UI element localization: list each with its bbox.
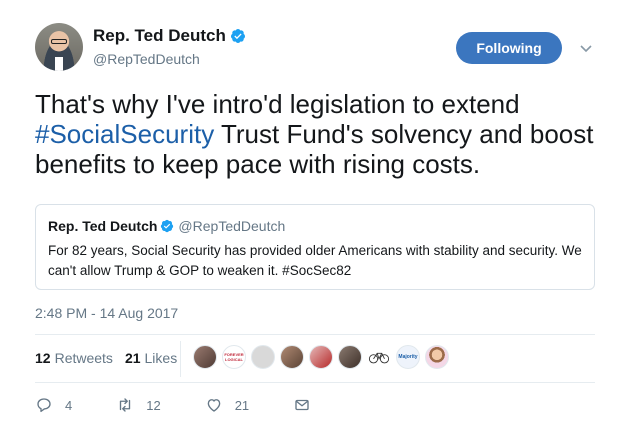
- bicycle-icon: [368, 352, 390, 364]
- author-name-row: Rep. Ted Deutch: [93, 26, 246, 46]
- author-display-name[interactable]: Rep. Ted Deutch: [93, 26, 226, 46]
- verified-badge-icon: [161, 219, 174, 233]
- reply-action[interactable]: 4: [35, 396, 72, 414]
- quoted-author-name: Rep. Ted Deutch: [48, 218, 158, 234]
- quoted-tweet-text: For 82 years, Social Security has provid…: [48, 243, 582, 278]
- retweet-icon: [120, 398, 131, 412]
- retweets-stat[interactable]: 12 Retweets: [35, 350, 113, 366]
- liker-avatars: FOREVER LOGICAL Majority: [193, 345, 454, 369]
- forever-logical-badge-icon: FOREVER LOGICAL: [224, 352, 244, 362]
- tweet-card: Rep. Ted Deutch @RepTedDeutch Following …: [0, 0, 628, 445]
- shirt-shape: [55, 57, 63, 71]
- liker-avatar-2[interactable]: FOREVER LOGICAL: [222, 345, 246, 369]
- hashtag-link[interactable]: #SocialSecurity: [35, 119, 214, 149]
- envelope-icon: [295, 399, 309, 411]
- chevron-down-icon[interactable]: [578, 40, 594, 56]
- retweets-label: Retweets: [54, 350, 113, 366]
- verified-badge-icon: [230, 29, 245, 43]
- following-button[interactable]: Following: [456, 32, 562, 64]
- liker-avatar-1[interactable]: [193, 345, 217, 369]
- quoted-author-handle: @RepTedDeutch: [178, 218, 286, 234]
- tweet-stats: 12 Retweets 21 Likes: [35, 350, 177, 366]
- liker-avatar-5[interactable]: [309, 345, 333, 369]
- glasses-shape: [51, 39, 67, 44]
- divider-top: [35, 334, 595, 335]
- reply-icon: [37, 398, 51, 413]
- tweet-text: That's why I've intro'd legislation to e…: [35, 89, 610, 179]
- liker-avatar-8[interactable]: Majority: [396, 345, 420, 369]
- liker-avatar-6[interactable]: [338, 345, 362, 369]
- author-avatar[interactable]: [35, 23, 83, 71]
- likes-label: Likes: [144, 350, 178, 366]
- liker-avatar-3[interactable]: [251, 345, 275, 369]
- liker-avatar-4[interactable]: [280, 345, 304, 369]
- majority-logo-icon: Majority: [398, 354, 418, 360]
- tweet-timestamp[interactable]: 2:48 PM - 14 Aug 2017: [35, 305, 178, 321]
- divider-bottom: [35, 382, 595, 383]
- liker-avatar-9[interactable]: [425, 345, 449, 369]
- stats-separator: [180, 341, 181, 377]
- direct-message-action[interactable]: [293, 396, 311, 414]
- likes-stat[interactable]: 21 Likes: [125, 350, 177, 366]
- quoted-tweet-header: Rep. Ted Deutch @RepTedDeutch: [48, 218, 285, 234]
- tweet-actions: 4 12 21: [35, 396, 311, 414]
- author-handle[interactable]: @RepTedDeutch: [93, 51, 200, 67]
- likes-count: 21: [124, 350, 141, 366]
- retweet-action[interactable]: 12: [116, 396, 161, 414]
- tweet-text-before: That's why I've intro'd legislation to e…: [35, 89, 520, 119]
- reply-count: 4: [65, 397, 73, 413]
- quoted-tweet[interactable]: Rep. Ted Deutch @RepTedDeutch For 82 yea…: [35, 204, 595, 290]
- retweets-count: 12: [35, 350, 51, 366]
- retweet-count: 12: [146, 397, 161, 413]
- like-action[interactable]: 21: [205, 396, 249, 414]
- heart-icon: [207, 399, 221, 412]
- liker-avatar-7[interactable]: [367, 345, 391, 369]
- like-count: 21: [234, 397, 250, 413]
